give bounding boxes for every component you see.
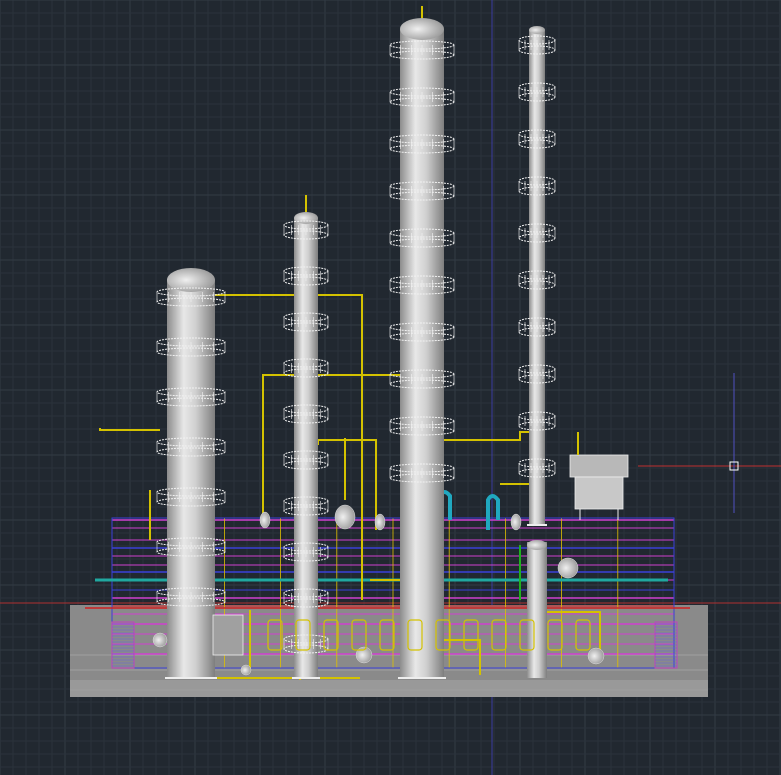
vessel-drum <box>152 632 168 648</box>
cad-model-viewport[interactable] <box>0 0 781 775</box>
column-shell <box>400 29 444 678</box>
vessel-drum <box>587 647 605 665</box>
vessel-drum <box>510 513 522 531</box>
control-box <box>212 614 244 656</box>
vessel-drum <box>557 557 579 579</box>
vessel-drum <box>334 504 356 530</box>
cyan-loop-pipe <box>486 494 500 530</box>
column-4 <box>518 26 556 526</box>
column-shell <box>167 280 215 678</box>
exchanger-box <box>569 432 629 520</box>
model-canvas[interactable] <box>0 0 781 775</box>
column-head <box>294 212 318 224</box>
column-head <box>400 18 444 40</box>
crosshair-cursor <box>638 373 781 513</box>
bottom-drum-column <box>527 542 547 678</box>
vessel-drum <box>240 664 252 676</box>
column-shell <box>294 218 318 678</box>
bottom-drum-head <box>527 540 547 550</box>
column-head <box>529 26 545 34</box>
process-pipe <box>262 374 410 520</box>
vessel-drum <box>259 511 271 529</box>
vessel-drum <box>374 513 386 531</box>
foundation-slab <box>70 605 708 697</box>
